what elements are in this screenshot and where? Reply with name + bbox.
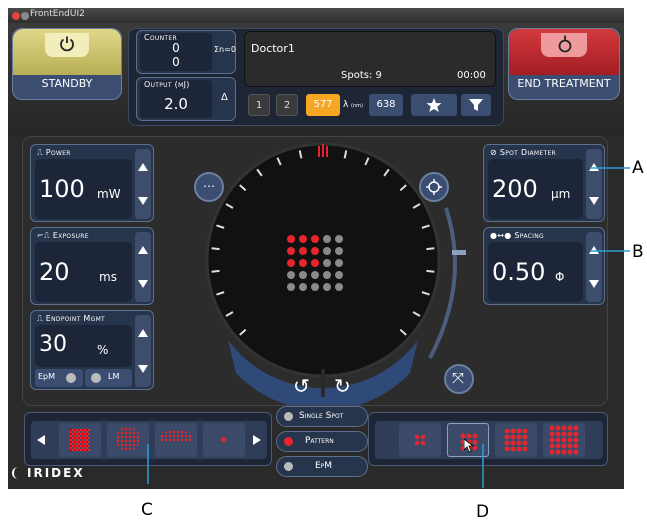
callout-lines bbox=[147, 167, 630, 488]
callout-d: D bbox=[476, 502, 490, 522]
callout-a: A bbox=[632, 158, 644, 178]
callout-b: B bbox=[632, 242, 644, 262]
callout-c: C bbox=[141, 500, 153, 520]
